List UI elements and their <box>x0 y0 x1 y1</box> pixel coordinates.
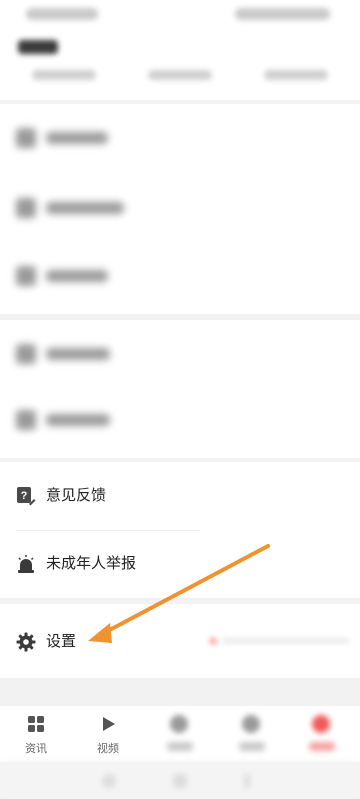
tab-video-label: 视频 <box>97 743 119 755</box>
menu-item[interactable] <box>0 242 360 310</box>
new-dot <box>210 638 216 644</box>
minor-report-item[interactable]: 未成年人举报 <box>0 530 360 598</box>
menu-item-icon <box>16 198 36 218</box>
menu-item-icon <box>16 410 36 430</box>
alarm-icon <box>16 554 36 574</box>
bottom-tabbar: 资讯 视频 <box>0 706 360 762</box>
menu-item[interactable] <box>0 386 360 454</box>
menu-card-3: ? 意见反馈 未成年人举报 <box>0 462 360 598</box>
tab-icon <box>170 715 188 733</box>
gear-icon <box>16 632 36 652</box>
menu-item-label <box>46 414 110 426</box>
menu-item-label <box>46 348 110 360</box>
header-stat[interactable] <box>32 70 96 80</box>
hint-text <box>222 639 350 643</box>
settings-hint <box>210 638 350 644</box>
menu-item[interactable] <box>0 320 360 388</box>
menu-card-2 <box>0 320 360 458</box>
tab-video[interactable]: 视频 <box>78 714 138 760</box>
tab-news-label: 资讯 <box>25 743 47 755</box>
tab-news[interactable]: 资讯 <box>6 714 66 760</box>
grid-icon <box>26 714 46 734</box>
feedback-label: 意见反馈 <box>46 487 107 504</box>
nav-home-button[interactable] <box>173 774 187 788</box>
play-icon <box>98 714 118 734</box>
tab-me[interactable] <box>292 714 352 760</box>
header-stat[interactable] <box>148 70 212 80</box>
menu-item-label <box>46 270 108 282</box>
system-nav-bar <box>0 762 360 799</box>
tab-item[interactable] <box>222 714 282 760</box>
menu-item-icon <box>16 344 36 364</box>
nav-menu-button[interactable] <box>244 774 250 788</box>
tab-icon <box>242 715 260 733</box>
menu-item[interactable] <box>0 104 360 172</box>
status-bar <box>0 0 360 30</box>
tab-label <box>167 742 193 751</box>
status-time <box>26 8 98 20</box>
menu-item-icon <box>16 266 36 286</box>
profile-header <box>0 30 360 100</box>
menu-item-label <box>46 202 124 214</box>
nav-back-button[interactable] <box>102 774 116 788</box>
menu-item[interactable] <box>0 174 360 242</box>
tab-item[interactable] <box>150 714 210 760</box>
feedback-item[interactable]: ? 意见反馈 <box>0 462 360 530</box>
header-stat[interactable] <box>264 70 328 80</box>
tab-label <box>239 742 265 751</box>
tab-icon <box>312 715 330 733</box>
feedback-icon: ? <box>16 486 36 506</box>
status-icons <box>235 8 330 20</box>
svg-text:?: ? <box>21 490 28 502</box>
menu-item-icon <box>16 128 36 148</box>
tab-label <box>309 742 335 751</box>
minor-report-label: 未成年人举报 <box>46 555 137 572</box>
menu-card-1 <box>0 104 360 314</box>
page-title <box>18 40 58 54</box>
menu-item-label <box>46 132 108 144</box>
settings-label: 设置 <box>46 633 77 650</box>
